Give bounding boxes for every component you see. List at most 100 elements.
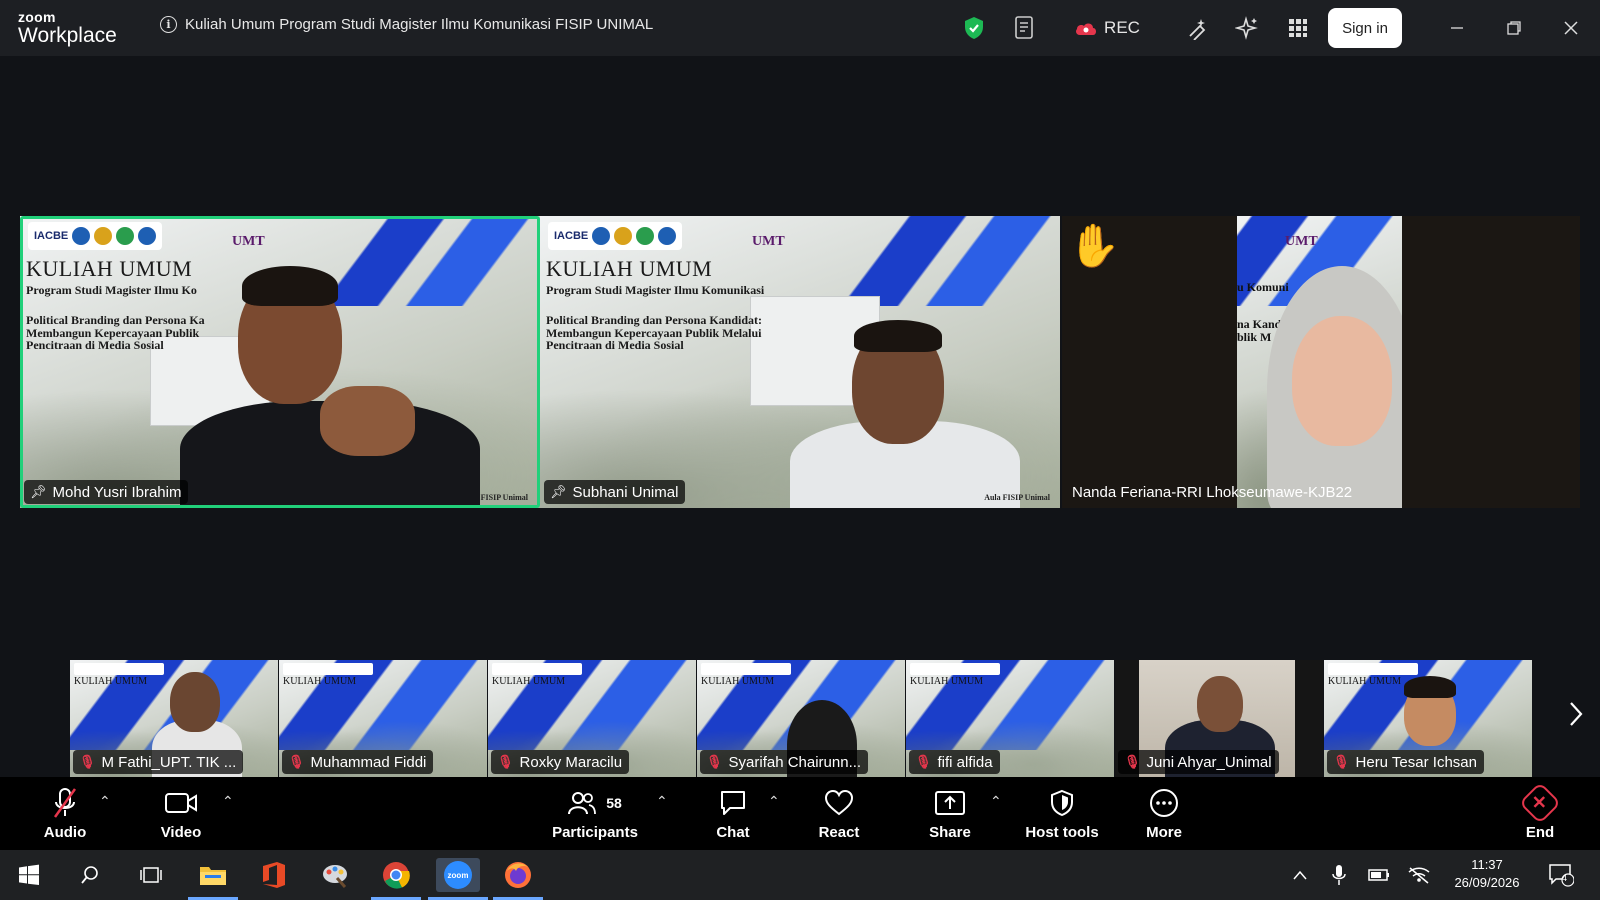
notification-count: 4: [1562, 873, 1568, 883]
zoom-logo-text: zoom: [448, 871, 469, 880]
logo-zoom-text: zoom: [18, 9, 56, 25]
minimize-icon[interactable]: [1442, 14, 1472, 42]
windows-taskbar: zoom 11:37 26/09/2026 4: [0, 850, 1600, 900]
chevron-right-icon[interactable]: [1568, 700, 1584, 736]
mini-slide-title: KULIAH UMUM: [701, 676, 775, 687]
participants-options-icon[interactable]: ⌃: [656, 793, 668, 810]
office-icon[interactable]: [257, 858, 291, 892]
slide-fragment-line: na Kand: [1237, 317, 1282, 331]
video-button[interactable]: Video: [156, 777, 206, 850]
iacbe-logo: IACBE: [34, 230, 69, 242]
audio-options-icon[interactable]: ⌃: [99, 793, 111, 810]
logo-badge-icon: [636, 227, 655, 245]
security-shield-icon[interactable]: [962, 14, 986, 42]
mini-slide-title: KULIAH UMUM: [1328, 676, 1402, 687]
video-tile-speaker[interactable]: IACBE UMT KULIAH UMUM Program Studi Magi…: [20, 216, 540, 508]
participants-button[interactable]: 58 Participants: [552, 777, 638, 850]
avatar-hair: [1404, 676, 1456, 698]
participants-label: Participants: [552, 824, 638, 841]
participant-name-tag: 🎙︎ Syarifah Chairunn...: [700, 750, 869, 774]
react-button[interactable]: React: [812, 777, 866, 850]
search-icon[interactable]: [73, 858, 107, 892]
end-button[interactable]: ✕ End: [1516, 777, 1564, 850]
share-button[interactable]: Share: [924, 777, 976, 850]
slide-title: KULIAH UMUM: [546, 256, 713, 281]
share-label: Share: [929, 824, 971, 841]
participant-name-tag: 🎙︎ M Fathi_UPT. TIK ...: [73, 750, 244, 774]
paint-icon[interactable]: [318, 858, 352, 892]
chevron-up-icon[interactable]: [1283, 858, 1317, 892]
logo-badge-icon: [72, 227, 91, 245]
network-icon[interactable]: [1402, 858, 1436, 892]
strip-tile[interactable]: 🎙︎ Juni Ahyar_Unimal: [1115, 660, 1323, 777]
more-label: More: [1146, 824, 1182, 841]
mic-muted-icon: 🎙︎: [1124, 754, 1141, 769]
zoom-workplace-logo: zoom Workplace: [18, 10, 117, 46]
participant-name: Subhani Unimal: [572, 483, 679, 501]
title-bar: zoom Workplace i Kuliah Umum Program Stu…: [0, 0, 1600, 56]
slide-watermark: Aula FISIP Unimal: [984, 493, 1050, 502]
host-tools-button[interactable]: Host tools: [1024, 777, 1100, 850]
file-explorer-icon[interactable]: [188, 858, 238, 900]
notification-center-icon[interactable]: 4: [1544, 858, 1578, 892]
battery-icon[interactable]: [1362, 858, 1396, 892]
slide-topic-3: Pencitraan di Media Sosial: [546, 338, 684, 353]
meeting-info[interactable]: i Kuliah Umum Program Studi Magister Ilm…: [160, 16, 653, 33]
mic-muted-icon: 🎙︎: [79, 754, 96, 769]
participant-name: Mohd Yusri Ibrahim: [52, 483, 182, 501]
slide-watermark: FISIP Unimal: [480, 493, 528, 502]
info-icon[interactable]: i: [160, 16, 177, 33]
share-options-icon[interactable]: ⌃: [990, 793, 1002, 810]
shield-icon: [1050, 786, 1074, 820]
participants-indicator: 58: [568, 786, 622, 820]
slide-title: KULIAH UMUM: [26, 256, 193, 281]
slide-logos: IACBE: [548, 222, 683, 250]
restore-icon[interactable]: [1499, 14, 1529, 42]
video-tile-participant[interactable]: UMT u Komuni na Kand blik M ✋ Nanda Feri…: [1062, 216, 1580, 508]
zoom-app-icon[interactable]: zoom: [428, 858, 488, 900]
participant-name-tag: Nanda Feriana-RRI Lhokseumawe-KJB22: [1066, 480, 1359, 504]
face: [170, 672, 220, 732]
clock-time: 11:37: [1471, 857, 1503, 872]
task-view-icon[interactable]: [134, 858, 168, 892]
chat-options-icon[interactable]: ⌃: [768, 793, 780, 810]
chat-icon: [718, 786, 748, 820]
participant-name: Juni Ahyar_Unimal: [1146, 753, 1272, 771]
apps-grid-icon[interactable]: [1284, 14, 1312, 42]
annotate-icon[interactable]: [1184, 14, 1212, 42]
strip-tile[interactable]: KULIAH UMUM 🎙︎ Muhammad Fiddi: [279, 660, 487, 777]
strip-tile[interactable]: KULIAH UMUM 🎙︎ Roxky Maracilu: [488, 660, 696, 777]
strip-tile[interactable]: KULIAH UMUM 🎙︎ fifi alfida: [906, 660, 1114, 777]
ai-companion-icon[interactable]: [1233, 14, 1261, 42]
participant-name-tag: 🎙︎ Juni Ahyar_Unimal: [1118, 750, 1279, 774]
umt-logo: UMT: [752, 234, 785, 249]
audio-button[interactable]: Audio: [40, 777, 90, 850]
slide-fragment: u Komuni: [1237, 280, 1289, 294]
zoom-window: zoom Workplace i Kuliah Umum Program Stu…: [0, 0, 1600, 900]
close-icon[interactable]: [1556, 14, 1586, 42]
notes-icon[interactable]: [1012, 14, 1038, 42]
strip-tile[interactable]: KULIAH UMUM 🎙︎ Syarifah Chairunn...: [697, 660, 905, 777]
logo-badge-icon: [614, 227, 633, 245]
video-options-icon[interactable]: ⌃: [222, 793, 234, 810]
participant-name-tag: 📌︎ Subhani Unimal: [544, 480, 686, 504]
firefox-icon[interactable]: [493, 858, 543, 900]
sign-in-button[interactable]: Sign in: [1328, 8, 1402, 48]
pin-icon: 📌︎: [550, 484, 567, 499]
chat-button[interactable]: Chat: [708, 777, 758, 850]
video-tile-participant[interactable]: IACBE UMT KULIAH UMUM Program Studi Magi…: [540, 216, 1060, 508]
participant-name: Muhammad Fiddi: [310, 753, 427, 771]
system-clock[interactable]: 11:37 26/09/2026: [1442, 856, 1532, 892]
microphone-icon[interactable]: [1322, 858, 1356, 892]
strip-tile[interactable]: KULIAH UMUM 🎙︎ M Fathi_UPT. TIK ...: [70, 660, 278, 777]
mini-slide-title: KULIAH UMUM: [283, 676, 357, 687]
more-button[interactable]: More: [1138, 777, 1190, 850]
chrome-icon[interactable]: [371, 858, 421, 900]
strip-tile[interactable]: KULIAH UMUM 🎙︎ Heru Tesar Ichsan: [1324, 660, 1532, 777]
mini-logos: [74, 663, 164, 675]
slide-title-block: KULIAH UMUM Program Studi Magister Ilmu …: [26, 256, 205, 352]
audio-label: Audio: [43, 824, 87, 841]
hand: [320, 386, 415, 456]
windows-start-icon[interactable]: [12, 858, 46, 892]
recording-indicator[interactable]: REC: [1064, 14, 1150, 42]
